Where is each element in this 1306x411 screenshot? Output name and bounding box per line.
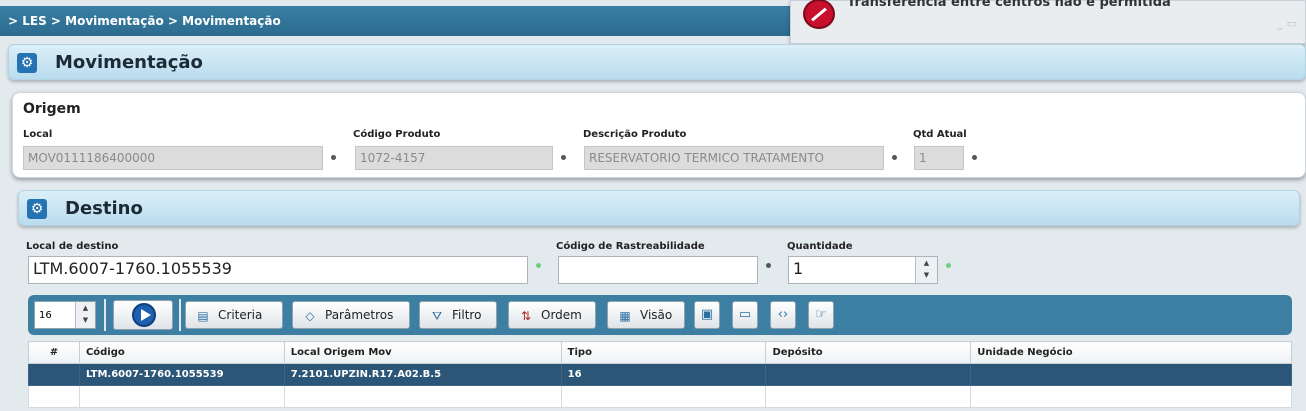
field-indicator xyxy=(946,263,951,268)
table-cell xyxy=(765,363,972,386)
filtro-label: Filtro xyxy=(452,308,482,322)
column-header[interactable]: Tipo xyxy=(560,341,767,364)
toolbar-divider xyxy=(104,299,106,331)
table-cell: LTM.6007-1760.1055539 xyxy=(78,363,285,386)
grid-header-row: # Código Local Origem Mov Tipo Depósito … xyxy=(28,341,1292,364)
play-icon xyxy=(132,303,156,327)
table-cell xyxy=(283,385,562,408)
table-cell xyxy=(28,385,80,408)
code-icon[interactable]: ‹› xyxy=(770,301,796,329)
local-label: Local xyxy=(23,129,53,140)
quantidade-value: 1 xyxy=(793,259,804,278)
field-indicator xyxy=(766,263,771,268)
filtro-button[interactable]: ⛛ Filtro xyxy=(419,301,497,329)
field-indicator xyxy=(536,263,541,268)
local-destino-label: Local de destino xyxy=(26,241,119,252)
origem-title: Origem xyxy=(23,101,81,117)
funnel-icon: ⛛ xyxy=(431,309,443,323)
quantidade-input[interactable]: 1 ▲ ▼ xyxy=(788,256,938,284)
hand-pointer-icon[interactable]: ☞ xyxy=(808,301,834,329)
column-header[interactable]: Depósito xyxy=(765,341,972,364)
table-cell xyxy=(970,385,1292,408)
table-cell xyxy=(28,363,80,386)
rastreabilidade-input[interactable] xyxy=(558,256,758,284)
local-destino-input[interactable]: LTM.6007-1760.1055539 xyxy=(28,256,528,284)
rastreabilidade-label: Código de Rastreabilidade xyxy=(556,241,705,252)
field-indicator xyxy=(972,155,977,160)
column-header[interactable]: # xyxy=(28,341,80,364)
quantidade-stepper[interactable]: ▲ ▼ xyxy=(915,257,937,283)
error-icon xyxy=(803,0,835,29)
column-header[interactable]: Código xyxy=(78,341,285,364)
toolbar-divider xyxy=(179,299,181,331)
table-cell xyxy=(970,363,1292,386)
gear-icon: ⚙ xyxy=(27,199,47,219)
column-header[interactable]: Unidade Negócio xyxy=(970,341,1292,364)
qtd-atual-label: Qtd Atual xyxy=(913,129,967,140)
codigo-produto-label: Código Produto xyxy=(353,129,441,140)
gear-icon: ⚙ xyxy=(17,53,37,73)
page-size-stepper[interactable]: 16 ▲ ▼ xyxy=(34,301,96,329)
descricao-produto-label: Descrição Produto xyxy=(583,129,687,140)
table-cell xyxy=(765,385,972,408)
visao-label: Visão xyxy=(640,308,673,322)
visao-button[interactable]: ▦ Visão xyxy=(607,301,685,329)
criteria-label: Criteria xyxy=(218,308,263,322)
ordem-label: Ordem xyxy=(541,308,582,322)
local-field: MOV0111186400000 xyxy=(23,146,323,170)
parametros-label: Parâmetros xyxy=(325,308,394,322)
page-header: ⚙ Movimentação xyxy=(8,44,1306,80)
parametros-button[interactable]: ◇ Parâmetros xyxy=(292,301,410,329)
column-header[interactable]: Local Origem Mov xyxy=(283,341,562,364)
quantidade-label: Quantidade xyxy=(787,241,853,252)
descricao-produto-field: RESERVATORIO TERMICO TRATAMENTO xyxy=(584,146,884,170)
breadcrumb: > LES > Movimentação > Movimentação xyxy=(8,14,281,28)
table-cell: 16 xyxy=(560,363,767,386)
table-cell xyxy=(78,385,285,408)
destino-title: Destino xyxy=(65,198,143,219)
page-size-arrows[interactable]: ▲ ▼ xyxy=(75,302,95,328)
run-button[interactable] xyxy=(113,300,173,330)
page-size-value: 16 xyxy=(39,310,52,321)
table-cell xyxy=(560,385,767,408)
field-indicator xyxy=(331,155,336,160)
notification-message: Transferência entre centros não é permit… xyxy=(847,0,1171,10)
field-indicator xyxy=(892,155,897,160)
criteria-button[interactable]: ▤ Criteria xyxy=(185,301,283,329)
tag-icon: ◇ xyxy=(305,309,315,323)
page-title: Movimentação xyxy=(55,52,203,73)
table-row[interactable]: LTM.6007-1760.1055539 7.2101.UPZIN.R17.A… xyxy=(28,363,1292,386)
export-icon[interactable]: ▣ xyxy=(694,301,720,329)
table-row[interactable] xyxy=(28,385,1292,408)
origem-section: Origem Local MOV0111186400000 Código Pro… xyxy=(12,92,1306,178)
qtd-atual-field: 1 xyxy=(914,146,964,170)
field-indicator xyxy=(561,155,566,160)
table-cell: 7.2101.UPZIN.R17.A02.B.5 xyxy=(283,363,562,386)
window-controls[interactable]: _ ▭ xyxy=(1277,17,1297,30)
grid-view-icon: ▦ xyxy=(619,309,631,323)
ordem-button[interactable]: ⇅ Ordem xyxy=(508,301,596,329)
codigo-produto-field: 1072-4157 xyxy=(355,146,553,170)
sort-az-icon: ⇅ xyxy=(520,309,532,323)
results-grid: # Código Local Origem Mov Tipo Depósito … xyxy=(28,341,1292,408)
destino-header: ⚙ Destino xyxy=(18,190,1300,226)
save-icon[interactable]: ▭ xyxy=(732,301,758,329)
criteria-icon: ▤ xyxy=(197,309,209,323)
notification-popup: Transferência entre centros não é permit… xyxy=(790,0,1306,44)
grid-toolbar: 16 ▲ ▼ ▤ Criteria ◇ Parâmetros ⛛ Filtro ⇅… xyxy=(28,295,1292,335)
